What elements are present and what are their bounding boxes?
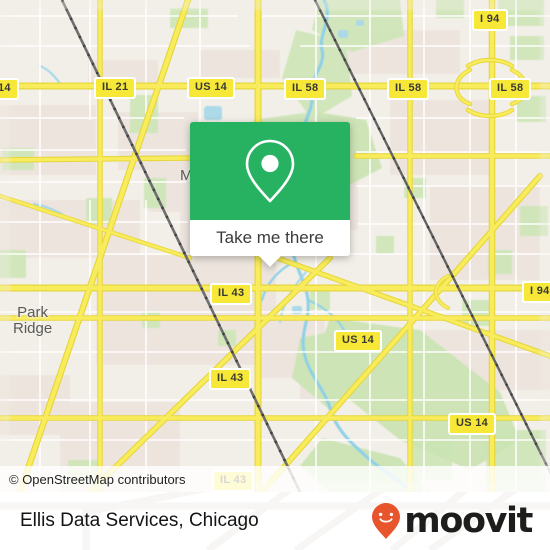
- place-label-line: Park: [17, 304, 49, 321]
- shield-il-43-upper[interactable]: IL 43: [210, 283, 253, 305]
- shield-us-14-mid[interactable]: US 14: [334, 330, 383, 352]
- location-title: Ellis Data Services, Chicago: [20, 510, 259, 531]
- shield-il-58-mid[interactable]: IL 58: [387, 78, 430, 100]
- map-attribution-bar: © OpenStreetMap contributors: [0, 466, 550, 492]
- shield-us-14-edge[interactable]: 14: [0, 78, 19, 100]
- place-label-park-ridge: Park Ridge: [13, 305, 52, 337]
- shield-il-21[interactable]: IL 21: [94, 77, 137, 99]
- shield-il-58-right[interactable]: IL 58: [489, 78, 532, 100]
- shield-us-14-lower[interactable]: US 14: [448, 413, 497, 435]
- place-label-line: Ridge: [13, 320, 53, 337]
- shield-il-58-left[interactable]: IL 58: [284, 78, 327, 100]
- callout-action[interactable]: Take me there: [190, 220, 350, 256]
- shield-us-14-top[interactable]: US 14: [187, 77, 236, 99]
- moovit-pin-icon: [372, 503, 401, 539]
- shield-i-94-top[interactable]: I 94: [472, 9, 508, 31]
- shield-il-43-mid[interactable]: IL 43: [209, 368, 252, 390]
- footer-content: Ellis Data Services, Chicago moovit: [0, 492, 550, 550]
- callout-pointer-tail: [259, 256, 281, 267]
- location-pin-icon: [245, 139, 295, 203]
- shield-i-94-right[interactable]: I 94: [522, 281, 550, 303]
- footer-bar: Ellis Data Services, Chicago moovit: [0, 492, 550, 550]
- moovit-wordmark: moovit: [404, 500, 533, 541]
- destination-callout-card[interactable]: Take me there: [190, 122, 350, 267]
- map-canvas[interactable]: Park Ridge M IL 21 US 14 IL 58 IL 58 IL …: [0, 0, 550, 492]
- callout-header: [190, 122, 350, 220]
- moovit-logo[interactable]: moovit: [371, 500, 533, 541]
- openstreetmap-attribution[interactable]: © OpenStreetMap contributors: [0, 472, 186, 487]
- moovit-map-page: Park Ridge M IL 21 US 14 IL 58 IL 58 IL …: [0, 0, 550, 550]
- take-me-there-label: Take me there: [216, 228, 324, 247]
